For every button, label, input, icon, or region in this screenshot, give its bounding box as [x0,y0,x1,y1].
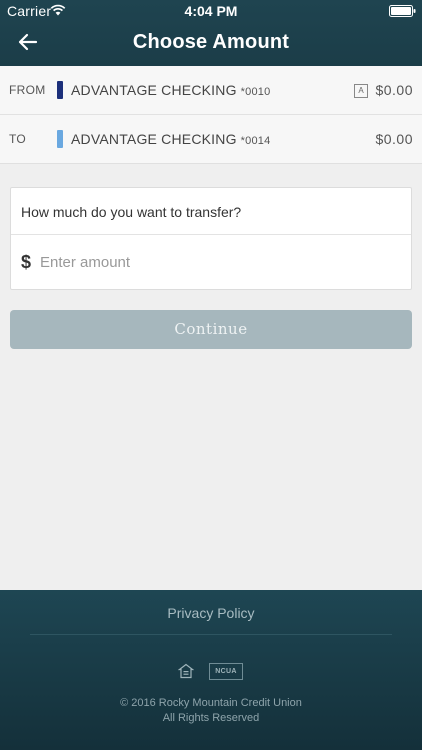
from-label: FROM [9,83,46,97]
page-title: Choose Amount [132,31,290,53]
copyright-text: © 2016 Rocky Mountain Credit Union All R… [120,697,302,724]
amount-card: How much do you want to transfer? $ [10,187,412,290]
equal-housing-icon [178,663,194,679]
status-bar: Carrier 4:04 PM [0,0,422,22]
to-account-color-bar [57,130,63,148]
to-label: TO [9,132,27,146]
footer-divider [30,634,392,635]
continue-button[interactable]: Continue [10,310,412,349]
from-account-number: *0010 [240,86,271,98]
card-divider [11,234,411,235]
ncua-logo: NCUA [209,663,243,680]
from-account-color-bar [57,81,63,99]
privacy-policy-link[interactable]: Privacy Policy [0,605,422,621]
to-account-number: *0014 [240,135,271,147]
from-account-row[interactable]: FROM ADVANTAGE CHECKING *0010 A $0.00 [0,66,422,115]
from-account-balance: $0.00 [375,82,413,98]
transfer-question: How much do you want to transfer? [21,204,242,220]
amount-input[interactable] [40,246,400,278]
clock: 4:04 PM [184,3,238,19]
currency-symbol: $ [21,252,32,272]
battery-icon [389,5,416,17]
to-account-balance: $0.00 [375,131,413,147]
app-header: Carrier 4:04 PM Choose Amount [0,0,422,66]
available-balance-badge: A [354,84,368,98]
to-account-name: ADVANTAGE CHECKING *0014 [71,131,271,147]
from-account-name: ADVANTAGE CHECKING *0010 [71,82,271,98]
to-account-row[interactable]: TO ADVANTAGE CHECKING *0014 $0.00 [0,115,422,164]
footer: Privacy Policy NCUA © 2016 Rocky Mountai… [0,590,422,750]
transfer-accounts: FROM ADVANTAGE CHECKING *0010 A $0.00 TO … [0,66,422,164]
